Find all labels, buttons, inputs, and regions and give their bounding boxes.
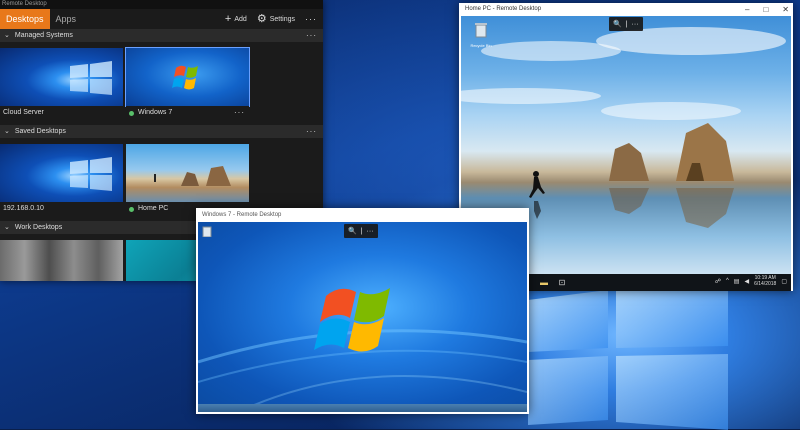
more-options-button[interactable]: ···	[305, 14, 317, 24]
chevron-down-icon: ⌄	[4, 32, 10, 39]
clock-date: 6/14/2018	[754, 281, 777, 287]
status-dot-icon	[129, 110, 134, 116]
add-button[interactable]: + Add	[224, 13, 247, 25]
window-controls: – □ ✕	[745, 3, 789, 16]
tab-apps[interactable]: Apps	[50, 9, 83, 29]
status-dot-icon	[129, 206, 134, 212]
tile-label: Home PC	[138, 205, 169, 212]
store-icon[interactable]: ⊡	[555, 278, 569, 287]
gear-icon: ⚙	[256, 13, 267, 25]
watermark: M www.MacDown.com	[338, 210, 434, 222]
section-header-managed-systems[interactable]: ⌄ Managed Systems ···	[0, 29, 323, 42]
section-title: Saved Desktops	[14, 128, 66, 135]
notifications-icon[interactable]: ▢	[781, 278, 787, 285]
desktop-thumbnail	[126, 144, 249, 202]
minimize-icon[interactable]: –	[745, 3, 749, 16]
tile-label: Windows 7	[138, 109, 173, 116]
recycle-bin-icon	[202, 226, 212, 238]
network-icon[interactable]: ▤	[734, 278, 740, 285]
volume-icon[interactable]: ◀	[744, 278, 749, 285]
windows-logo-icon	[70, 61, 112, 95]
section-more-button[interactable]: ···	[306, 125, 317, 138]
windows-logo-wallpaper	[528, 290, 728, 430]
section-title: Managed Systems	[14, 32, 73, 39]
section-more-button[interactable]: ···	[306, 29, 317, 42]
recycle-bin-icon	[475, 23, 487, 38]
tile-label: Cloud Server	[3, 109, 44, 116]
chevron-down-icon: ⌄	[4, 128, 10, 135]
people-icon[interactable]: ☍	[715, 278, 721, 285]
desktop-tile-cloud-server[interactable]: Cloud Server	[0, 48, 123, 120]
windows-7-remote-window: Windows 7 - Remote Desktop 🔍 | ···	[196, 208, 529, 414]
desktop-thumbnail	[0, 48, 123, 106]
chevron-down-icon: ⌄	[4, 224, 10, 231]
add-label: Add	[234, 15, 247, 23]
home-pc-floating-toolbar: 🔍 | ···	[609, 17, 643, 31]
desktop-thumbnail	[0, 144, 123, 202]
maximize-icon[interactable]: □	[763, 3, 768, 16]
windows-7-taskbar	[198, 404, 527, 412]
recycle-bin-label: Recycle Bin	[470, 43, 492, 48]
recycle-bin-shortcut[interactable]: Recycle Bin	[469, 22, 493, 48]
window-title: Windows 7 - Remote Desktop	[202, 212, 282, 218]
settings-button[interactable]: ⚙ Settings	[256, 13, 295, 25]
windows-logo-icon	[70, 157, 112, 191]
windows-7-wallpaper-image	[198, 288, 527, 412]
app-nav: Desktops Apps + Add ⚙ Settings ···	[0, 9, 323, 29]
tiles-managed-systems: Cloud Server Windows 7 ···	[0, 42, 323, 125]
nav-actions: + Add ⚙ Settings ···	[225, 9, 323, 29]
plus-icon: +	[224, 13, 232, 25]
toolbar-separator: |	[360, 227, 363, 235]
desktop-tile-home-pc[interactable]: Home PC	[126, 144, 249, 216]
windows-7-remote-screen[interactable]	[198, 222, 527, 412]
taskbar-clock[interactable]: 10:19 AM 6/14/2018	[754, 275, 776, 287]
tab-desktops[interactable]: Desktops	[0, 9, 50, 29]
beach-rocks-image	[154, 166, 231, 186]
tray-expand-icon[interactable]: ^	[726, 278, 729, 284]
watermark-text: www.MacDown.com	[353, 211, 435, 221]
system-tray: ☍ ^ ▤ ◀ 10:19 AM 6/14/2018 ▢	[715, 275, 787, 287]
tile-more-button[interactable]: ···	[234, 106, 245, 120]
app-title: Remote Desktop	[0, 0, 323, 9]
desktop-tile-work-1[interactable]	[0, 240, 123, 281]
section-header-saved-desktops[interactable]: ⌄ Saved Desktops ···	[0, 125, 323, 138]
desktop-tile-192-168-0-10[interactable]: 192.168.0.10	[0, 144, 123, 216]
windows-7-logo-icon	[172, 65, 198, 90]
settings-label: Settings	[269, 15, 295, 23]
desktop-thumbnail	[125, 47, 250, 107]
windows-7-floating-toolbar: 🔍 | ···	[344, 224, 378, 238]
window-title: Home PC - Remote Desktop	[465, 6, 542, 12]
desktop-tile-windows-7[interactable]: Windows 7 ···	[125, 47, 250, 120]
section-title: Work Desktops	[14, 224, 63, 231]
file-explorer-icon[interactable]: ▬	[537, 278, 551, 287]
recycle-bin-shortcut[interactable]	[202, 224, 212, 242]
desktop-thumbnail	[0, 240, 123, 281]
tile-label: 192.168.0.10	[3, 205, 44, 212]
close-icon[interactable]: ✕	[782, 3, 789, 16]
zoom-icon[interactable]: 🔍	[348, 227, 357, 235]
watermark-logo-icon: M	[338, 210, 350, 222]
toolbar-more-button[interactable]: ···	[632, 21, 639, 28]
zoom-icon[interactable]: 🔍	[613, 20, 622, 28]
toolbar-separator: |	[625, 20, 628, 28]
toolbar-more-button[interactable]: ···	[367, 228, 374, 235]
